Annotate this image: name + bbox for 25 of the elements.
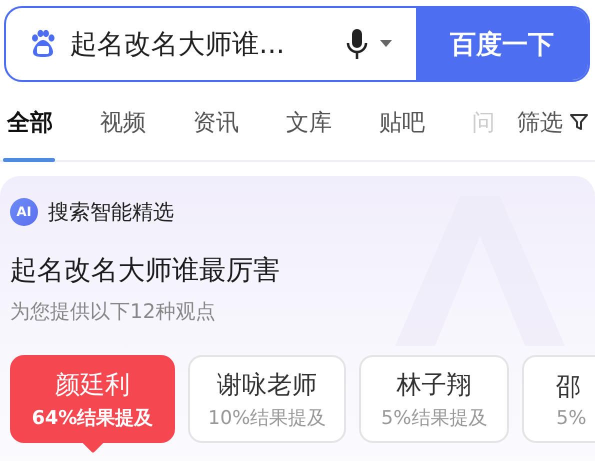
option-name: 邵	[556, 370, 582, 402]
search-input[interactable]: 起名改名大师谁...	[70, 26, 334, 62]
option-share: 5%结果提及	[381, 406, 488, 430]
option-name: 林子翔	[396, 368, 472, 400]
option-chip[interactable]: 邵 5%	[522, 355, 595, 443]
option-share: 10%结果提及	[208, 406, 326, 430]
microphone-icon[interactable]	[346, 28, 368, 60]
option-chip[interactable]: 林子翔 5%结果提及	[359, 355, 510, 443]
caret-icon[interactable]	[380, 40, 392, 48]
funnel-icon	[569, 112, 589, 132]
option-name: 谢咏老师	[217, 368, 318, 400]
answer-title: 起名改名大师谁最厉害	[10, 254, 281, 288]
ai-badge: AI	[10, 198, 38, 226]
section-heading: 搜索智能精选	[48, 199, 174, 226]
option-share: 5%	[556, 406, 586, 428]
tab[interactable]: 贴吧	[375, 84, 425, 160]
option-share: 64%结果提及	[32, 406, 154, 430]
option-name: 颜廷利	[55, 368, 130, 400]
option-chip[interactable]: 谢咏老师 10%结果提及	[188, 355, 346, 443]
tab[interactable]: 视频	[96, 84, 146, 160]
tab[interactable]: 资讯	[189, 84, 239, 160]
tab[interactable]: 全部	[3, 84, 53, 160]
search-button[interactable]: 百度一下	[416, 8, 588, 80]
answer-subtitle: 为您提供以下12种观点	[10, 298, 216, 325]
tab[interactable]: 文库	[282, 84, 332, 160]
